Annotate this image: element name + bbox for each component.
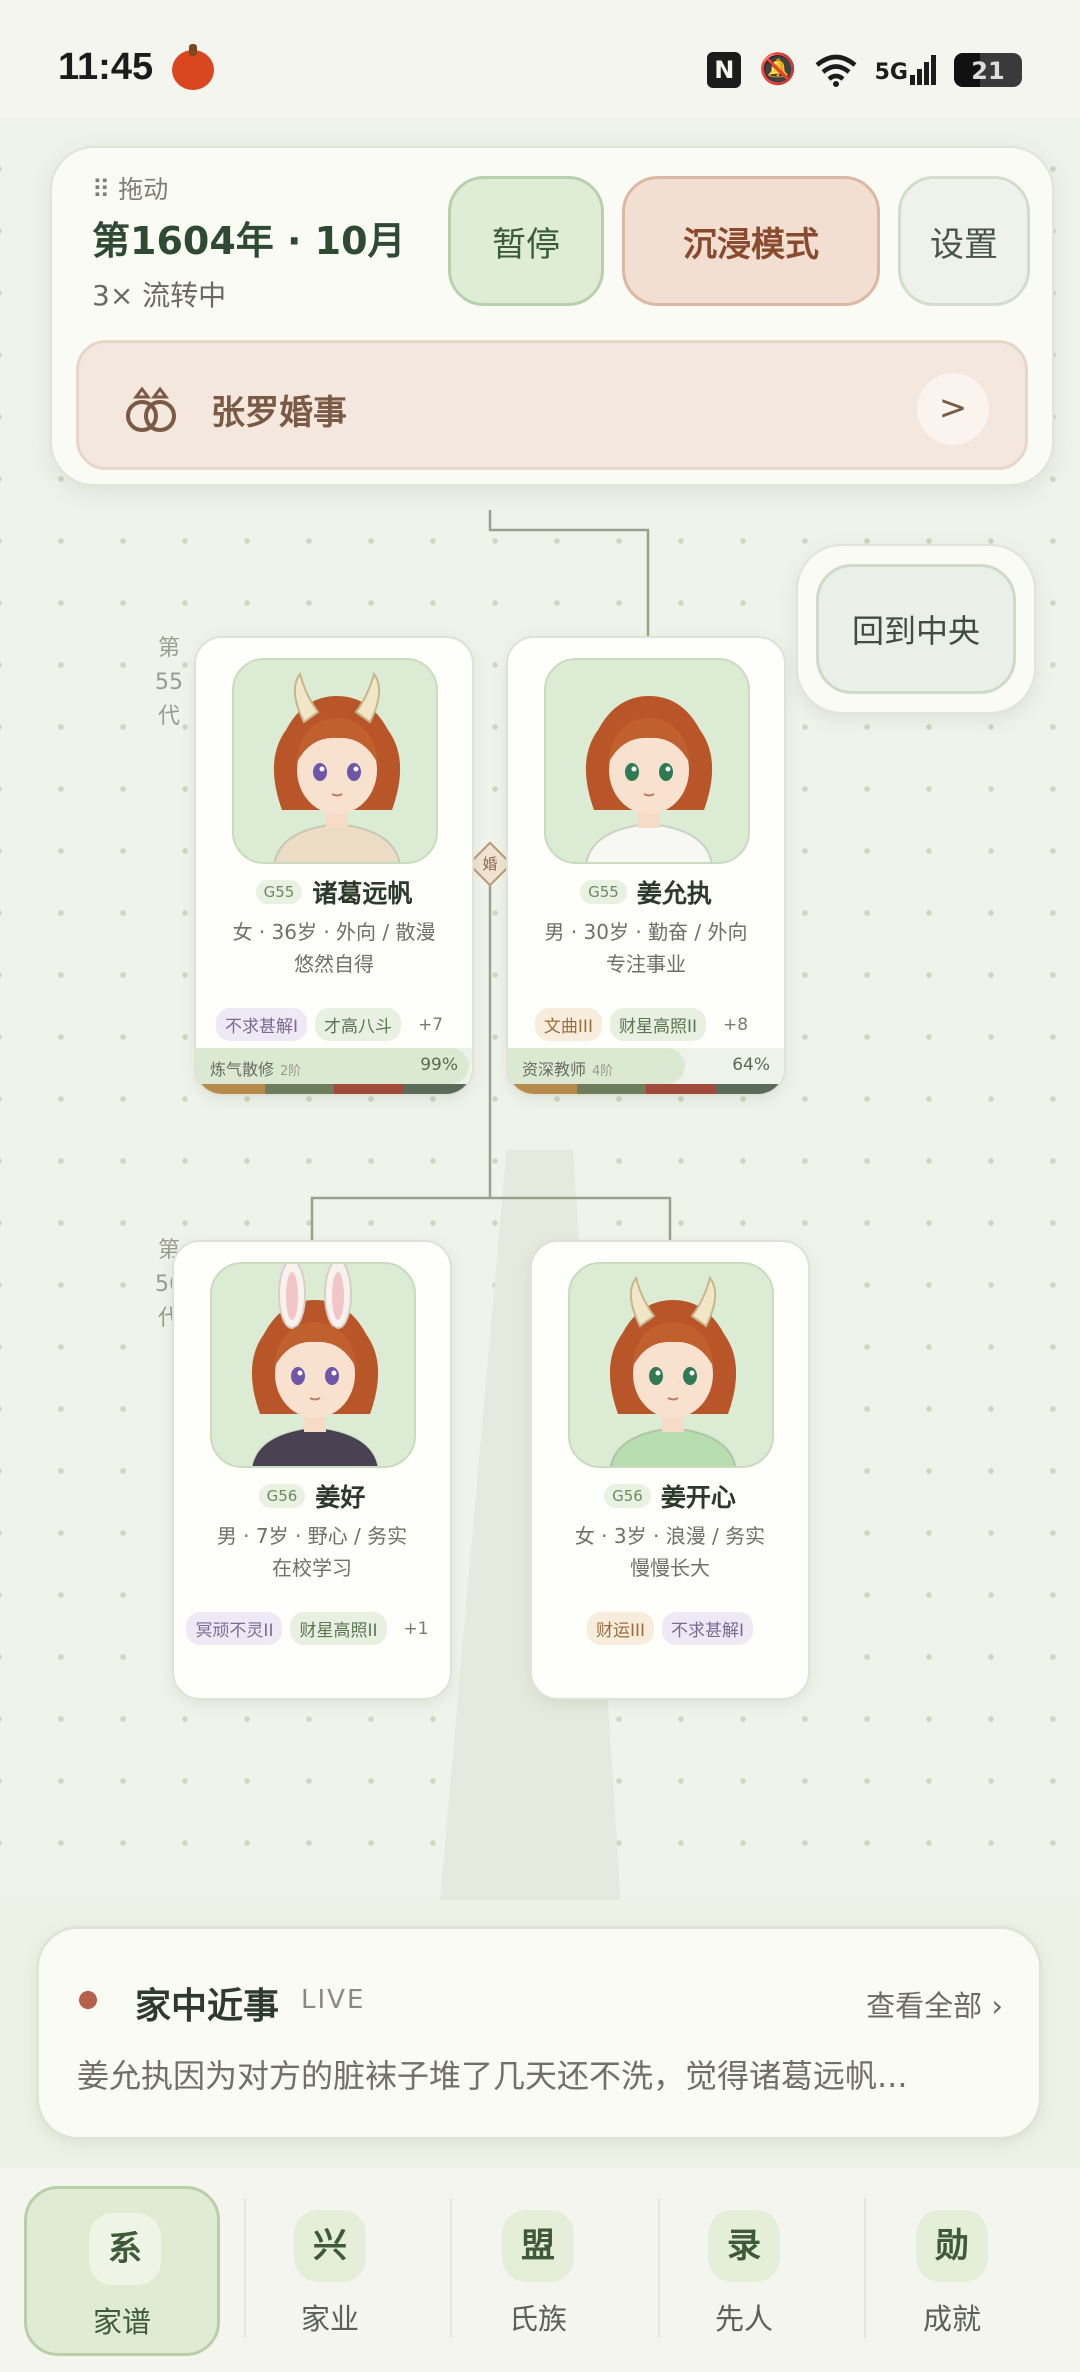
- member-name-line: G55 诸葛远帆: [196, 874, 472, 910]
- current-event-banner[interactable]: 张罗婚事 >: [76, 340, 1028, 470]
- more-traits-count[interactable]: +1: [395, 1615, 438, 1643]
- drag-handle[interactable]: ⠿ 拖动: [92, 170, 168, 206]
- live-label: LIVE: [301, 1985, 366, 2015]
- trait-tag[interactable]: 冥顽不灵II: [186, 1612, 283, 1645]
- more-traits-count[interactable]: +7: [409, 1011, 452, 1039]
- nav-item-clan[interactable]: 盟 氏族: [440, 2186, 636, 2356]
- occupation-name: 炼气散修: [210, 1060, 275, 1079]
- trait-tag[interactable]: 文曲III: [534, 1008, 602, 1041]
- clan-icon: 盟: [502, 2210, 574, 2282]
- member-portrait: [210, 1262, 416, 1468]
- generation-tag: G56: [604, 1484, 651, 1508]
- progress-percent: 64%: [732, 1055, 770, 1075]
- occupation-name: 资深教师: [522, 1060, 587, 1079]
- trait-tag[interactable]: 财星高照II: [609, 1008, 706, 1041]
- member-card[interactable]: G55 诸葛远帆女 · 36岁 · 外向 / 散漫 悠然自得不求甚解I 才高八斗 +7 炼…: [194, 636, 474, 1096]
- nav-label: 氏族: [508, 2302, 567, 2336]
- member-traits: 财运III 不求甚解I: [532, 1612, 808, 1645]
- view-all-link[interactable]: 查看全部 ›: [866, 1983, 1003, 2025]
- immerse-mode-button[interactable]: 沉浸模式: [622, 176, 880, 306]
- family-news-panel[interactable]: 家中近事 LIVE 查看全部 › 姜允执因为对方的脏袜子堆了几天还不洗，觉得诸葛…: [36, 1926, 1042, 2140]
- live-indicator-icon: [79, 1991, 97, 2009]
- member-name: 姜开心: [660, 1483, 736, 1512]
- event-title: 张罗婚事: [211, 393, 347, 433]
- trait-tag[interactable]: 不求甚解I: [215, 1008, 307, 1041]
- member-name: 姜允执: [636, 879, 712, 908]
- member-name-line: G55 姜允执: [508, 874, 784, 910]
- generation-label: 第55代: [155, 636, 183, 729]
- occupation-progress: 炼气散修 2阶 99%: [196, 1048, 472, 1084]
- game-speed[interactable]: 3× 流转中: [92, 274, 226, 314]
- member-portrait: [568, 1262, 774, 1468]
- member-status: 专注事业: [606, 952, 686, 976]
- member-name: 姜好: [315, 1483, 366, 1512]
- generation-tag: G55: [580, 880, 627, 904]
- nav-label: 成就: [922, 2302, 981, 2336]
- nav-item-family-tree[interactable]: 系 家谱: [24, 2186, 220, 2356]
- member-card[interactable]: G56 姜好男 · 7岁 · 野心 / 务实 在校学习冥顽不灵II 财星高照II +1: [172, 1240, 452, 1700]
- generation-tag: G55: [255, 880, 303, 904]
- member-traits: 冥顽不灵II 财星高照II +1: [174, 1612, 450, 1645]
- nav-item-achievements[interactable]: 勋 成就: [854, 2186, 1050, 2356]
- achievements-icon: 勋: [916, 2210, 988, 2282]
- bottom-navigation: 系 家谱 兴 家业 盟 氏族 录 先人 勋 成就: [0, 2168, 1080, 2372]
- member-attributes: 女 · 36岁 · 外向 / 散漫: [232, 920, 436, 944]
- generation-tag: G56: [258, 1484, 306, 1508]
- trait-tag[interactable]: 才高八斗: [314, 1008, 401, 1041]
- member-traits: 不求甚解I 才高八斗 +7: [196, 1008, 472, 1041]
- member-portrait: [544, 658, 750, 864]
- card-accent-strip: [196, 1084, 472, 1094]
- nav-item-family-business[interactable]: 兴 家业: [232, 2186, 428, 2356]
- nav-label: 先人: [714, 2302, 773, 2336]
- more-traits-count[interactable]: +8: [714, 1011, 757, 1039]
- family-tree-icon: 系: [89, 2213, 161, 2285]
- trait-tag[interactable]: 财运III: [586, 1612, 655, 1645]
- member-card[interactable]: G56 姜开心女 · 3岁 · 浪漫 / 务实 慢慢长大财运III 不求甚解I: [530, 1240, 810, 1700]
- rings-icon: [126, 386, 176, 432]
- game-date: 第1604年 · 10月: [92, 219, 406, 263]
- marriage-badge-text: 婚: [482, 855, 498, 873]
- member-status: 悠然自得: [294, 952, 374, 976]
- occupation-level: 2阶: [280, 1064, 302, 1079]
- settings-button[interactable]: 设置: [898, 176, 1030, 306]
- trait-tag[interactable]: 财星高照II: [290, 1612, 387, 1645]
- member-name-line: G56 姜开心: [532, 1478, 808, 1514]
- member-portrait: [232, 658, 438, 864]
- pause-button[interactable]: 暂停: [448, 176, 604, 306]
- recenter-panel: 回到中央: [796, 544, 1036, 714]
- nav-item-ancestors[interactable]: 录 先人: [646, 2186, 842, 2356]
- member-attributes: 女 · 3岁 · 浪漫 / 务实: [574, 1524, 766, 1548]
- nav-label: 家业: [300, 2302, 359, 2336]
- member-name-line: G56 姜好: [174, 1478, 450, 1514]
- time-control-panel: ⠿ 拖动 第1604年 · 10月 3× 流转中 暂停 沉浸模式 设置 张罗婚事…: [50, 146, 1054, 486]
- progress-percent: 99%: [420, 1055, 458, 1075]
- ancestors-icon: 录: [708, 2210, 780, 2282]
- occupation-level: 4阶: [592, 1064, 614, 1079]
- member-attributes: 男 · 7岁 · 野心 / 务实: [216, 1524, 408, 1548]
- business-icon: 兴: [294, 2210, 366, 2282]
- member-status: 慢慢长大: [630, 1556, 710, 1580]
- news-title: 家中近事: [135, 1986, 280, 2027]
- latest-news-text: 姜允执因为对方的脏袜子堆了几天还不洗，觉得诸葛远帆...: [77, 2057, 908, 2095]
- member-card[interactable]: G55 姜允执男 · 30岁 · 勤奋 / 外向 专注事业文曲III 财星高照II +8…: [506, 636, 786, 1096]
- member-attributes: 男 · 30岁 · 勤奋 / 外向: [544, 920, 748, 944]
- chevron-right-icon[interactable]: >: [917, 373, 989, 445]
- recenter-button[interactable]: 回到中央: [816, 564, 1016, 694]
- occupation-progress: 资深教师 4阶 64%: [508, 1048, 784, 1084]
- member-name: 诸葛远帆: [312, 879, 413, 908]
- member-status: 在校学习: [272, 1556, 352, 1580]
- card-accent-strip: [508, 1084, 784, 1094]
- nav-label: 家谱: [92, 2305, 151, 2339]
- member-traits: 文曲III 财星高照II +8: [508, 1008, 784, 1041]
- trait-tag[interactable]: 不求甚解I: [662, 1612, 754, 1645]
